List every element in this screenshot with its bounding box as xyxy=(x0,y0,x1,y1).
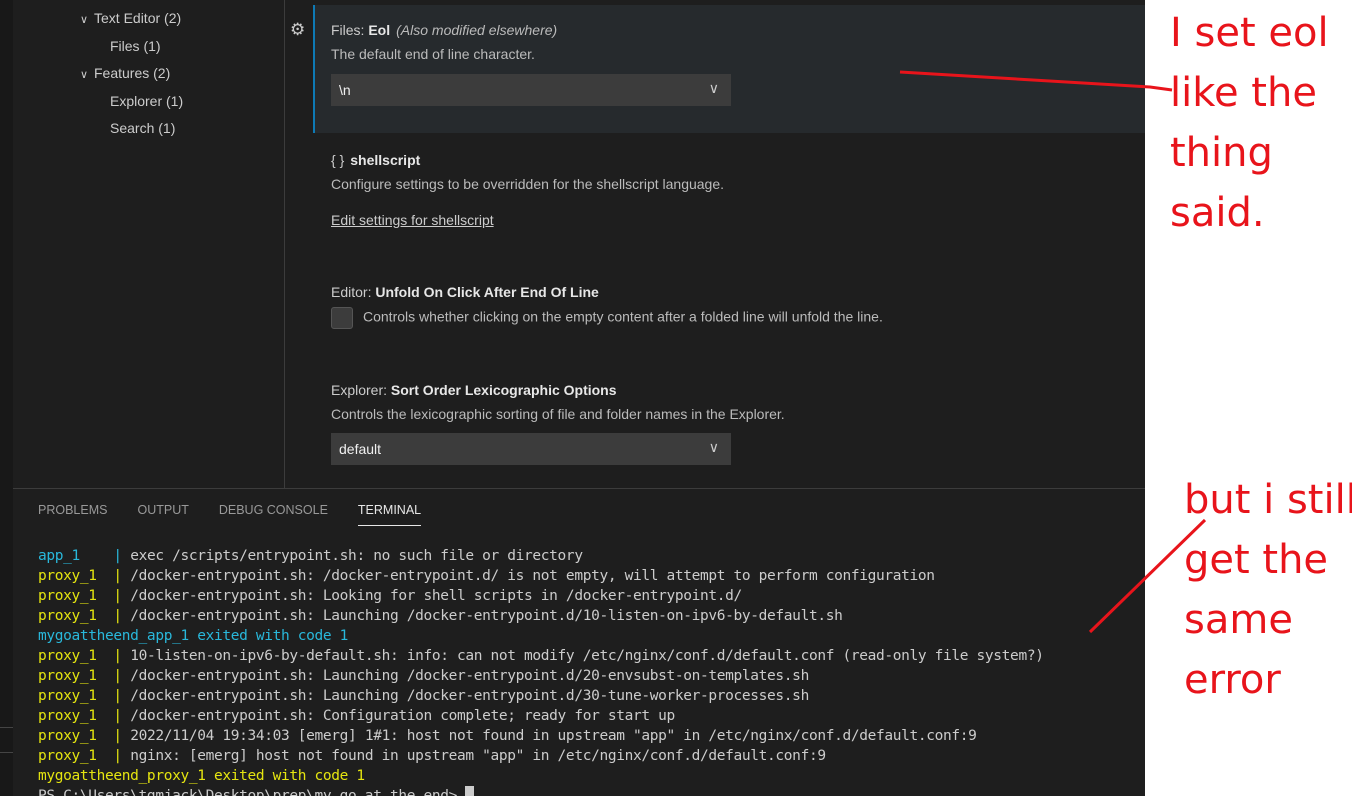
red-stroke-bottom xyxy=(1088,518,1207,634)
red-stroke-top xyxy=(899,70,1173,92)
annotation-strokes xyxy=(899,70,1207,634)
